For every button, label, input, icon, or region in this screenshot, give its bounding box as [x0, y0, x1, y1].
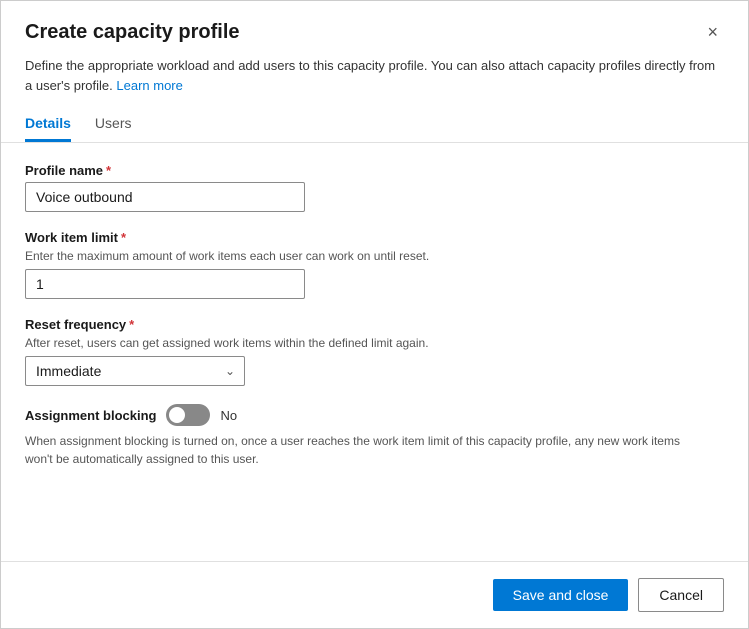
profile-name-input[interactable] [25, 182, 305, 212]
reset-frequency-label: Reset frequency * [25, 317, 724, 332]
required-star-1: * [106, 163, 111, 178]
toggle-row: Assignment blocking No [25, 404, 724, 426]
modal-footer: Save and close Cancel [1, 561, 748, 628]
work-item-limit-group: Work item limit * Enter the maximum amou… [25, 230, 724, 299]
modal-header: Create capacity profile × [1, 1, 748, 52]
work-item-limit-input[interactable] [25, 269, 305, 299]
close-button[interactable]: × [701, 21, 724, 43]
reset-frequency-group: Reset frequency * After reset, users can… [25, 317, 724, 386]
assignment-blocking-toggle[interactable] [166, 404, 210, 426]
tab-users[interactable]: Users [95, 107, 132, 142]
assignment-blocking-label: Assignment blocking [25, 408, 156, 423]
assignment-blocking-description: When assignment blocking is turned on, o… [25, 432, 705, 468]
profile-name-label: Profile name * [25, 163, 724, 178]
work-item-limit-description: Enter the maximum amount of work items e… [25, 249, 724, 263]
reset-frequency-select[interactable]: Immediate Daily Weekly Monthly [25, 356, 245, 386]
tab-details[interactable]: Details [25, 107, 71, 142]
learn-more-link[interactable]: Learn more [116, 78, 182, 93]
modal-title: Create capacity profile [25, 21, 240, 44]
save-and-close-button[interactable]: Save and close [493, 579, 629, 611]
modal-body: Profile name * Work item limit * Enter t… [1, 143, 748, 561]
modal-dialog: Create capacity profile × Define the app… [0, 0, 749, 629]
modal-description: Define the appropriate workload and add … [1, 52, 748, 107]
toggle-status-label: No [220, 408, 237, 423]
toggle-slider [166, 404, 210, 426]
cancel-button[interactable]: Cancel [638, 578, 724, 612]
reset-frequency-description: After reset, users can get assigned work… [25, 336, 724, 350]
required-star-3: * [129, 317, 134, 332]
profile-name-group: Profile name * [25, 163, 724, 212]
assignment-blocking-group: Assignment blocking No When assignment b… [25, 404, 724, 468]
reset-frequency-select-wrapper: Immediate Daily Weekly Monthly ⌄ [25, 356, 245, 386]
work-item-limit-label: Work item limit * [25, 230, 724, 245]
tabs-container: Details Users [1, 107, 748, 143]
required-star-2: * [121, 230, 126, 245]
